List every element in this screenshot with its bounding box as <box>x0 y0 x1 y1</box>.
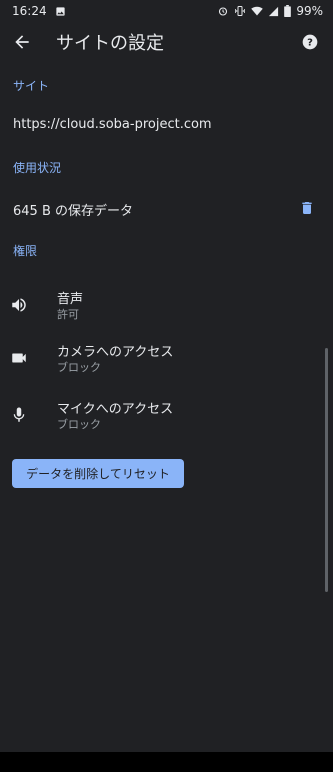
permission-status: 許可 <box>57 308 79 321</box>
wifi-icon <box>251 5 264 17</box>
page-title: サイトの設定 <box>56 33 164 54</box>
status-bar: 16:24 99% <box>0 0 333 22</box>
signal-icon <box>268 6 279 17</box>
image-icon <box>55 6 66 17</box>
permission-status: ブロック <box>57 361 101 374</box>
scrollbar[interactable] <box>325 348 328 592</box>
site-url: https://cloud.soba-project.com <box>13 117 212 132</box>
svg-text:?: ? <box>307 37 313 48</box>
battery-icon <box>284 5 292 17</box>
reset-data-button[interactable]: データを削除してリセット <box>12 459 184 488</box>
arrow-back-icon[interactable] <box>12 32 32 52</box>
mic-icon <box>10 406 28 424</box>
alarm-icon <box>217 5 229 17</box>
site-section-header: サイト <box>13 79 50 93</box>
vibrate-icon <box>234 5 246 17</box>
volume-icon <box>10 296 28 314</box>
usage-section-header: 使用状況 <box>13 161 62 175</box>
toolbar: サイトの設定 ? <box>0 22 333 62</box>
permission-item-microphone[interactable]: マイクへのアクセス ブロック <box>0 398 333 438</box>
videocam-icon <box>10 349 28 367</box>
permission-item-sound[interactable]: 音声 許可 <box>0 288 333 328</box>
permissions-section-header: 権限 <box>13 244 38 258</box>
status-time: 16:24 <box>12 4 47 18</box>
storage-usage-text: 645 B の保存データ <box>13 204 133 219</box>
trash-icon[interactable] <box>299 199 315 217</box>
permission-label: 音声 <box>57 292 84 307</box>
permission-item-camera[interactable]: カメラへのアクセス ブロック <box>0 341 333 381</box>
help-icon[interactable]: ? <box>302 34 318 50</box>
permission-label: カメラへのアクセス <box>57 345 174 360</box>
battery-percent: 99% <box>296 4 323 18</box>
permission-label: マイクへのアクセス <box>57 402 174 417</box>
permission-status: ブロック <box>57 418 101 431</box>
navigation-bar <box>0 752 333 772</box>
